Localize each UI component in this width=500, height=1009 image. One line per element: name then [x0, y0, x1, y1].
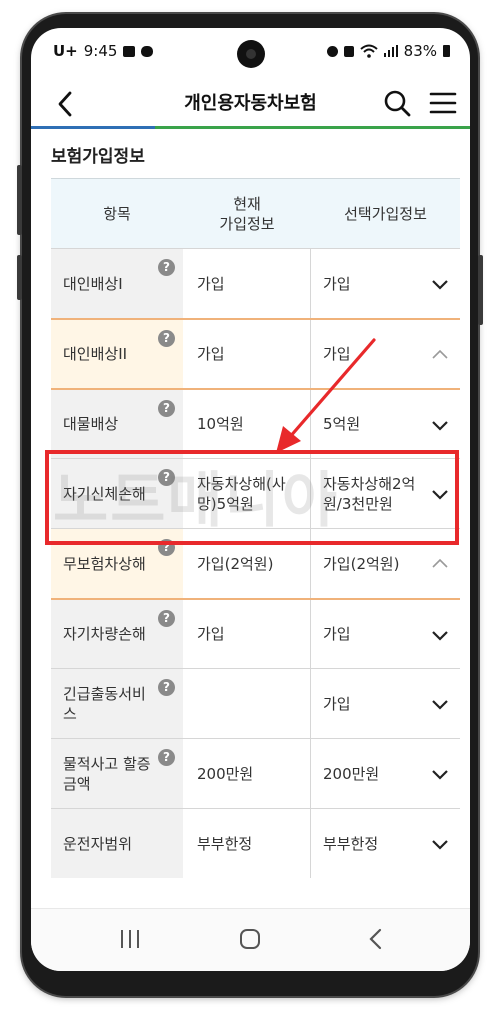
home-icon[interactable]	[239, 928, 261, 950]
row-current: 가입	[183, 600, 311, 668]
chevron-up-icon[interactable]	[430, 554, 450, 574]
column-current: 현재 가입정보	[183, 194, 311, 234]
row-name-text: 자기차량손해	[63, 625, 146, 643]
row-current: 가입	[183, 249, 311, 318]
help-icon[interactable]: ?	[158, 679, 175, 696]
column-select: 선택가입정보	[344, 204, 427, 223]
chevron-down-icon[interactable]	[430, 625, 450, 645]
row-name: 물적사고 할증금액?	[51, 739, 183, 808]
menu-icon[interactable]	[429, 89, 457, 117]
row-current: 10억원	[183, 390, 311, 458]
row-name: 대물배상?	[51, 390, 183, 458]
table-row[interactable]: 대인배상II? 가입 가입	[51, 318, 460, 388]
header-accent-blue	[31, 126, 155, 129]
help-icon[interactable]: ?	[158, 400, 175, 417]
row-name-text: 운전자범위	[63, 834, 133, 853]
row-name: 운전자범위	[51, 809, 183, 878]
mute-icon	[343, 45, 354, 57]
chevron-down-icon[interactable]	[430, 415, 450, 435]
row-current: 200만원	[183, 739, 311, 808]
row-name-text: 대인배상II	[63, 345, 128, 363]
row-current: 가입	[183, 320, 311, 388]
chevron-down-icon[interactable]	[430, 274, 450, 294]
table-row[interactable]: 긴급출동서비스? 가입	[51, 668, 460, 738]
clock: 9:45	[83, 42, 118, 60]
recent-apps-icon[interactable]	[119, 929, 141, 949]
battery-icon	[443, 45, 450, 57]
row-name: 긴급출동서비스?	[51, 669, 183, 738]
side-button	[478, 255, 483, 325]
nav-back-icon[interactable]	[366, 927, 386, 951]
row-name-text: 무보험차상해	[63, 554, 146, 573]
column-item: 항목	[103, 204, 131, 223]
search-icon[interactable]	[382, 88, 412, 118]
section-title: 보험가입정보	[51, 147, 145, 167]
row-name: 자기차량손해?	[51, 600, 183, 668]
row-name: 대인배상II?	[51, 320, 183, 388]
row-name-text: 긴급출동서비스	[63, 684, 146, 723]
carrier-label: U+	[53, 42, 78, 60]
help-icon[interactable]: ?	[158, 259, 175, 276]
chevron-down-icon[interactable]	[430, 834, 450, 854]
side-button	[17, 255, 22, 300]
table-row[interactable]: 자기차량손해? 가입 가입	[51, 598, 460, 668]
row-name: 대인배상I?	[51, 249, 183, 318]
table-row[interactable]: 운전자범위 부부한정 부부한정	[51, 808, 460, 878]
table-header: 항목 현재 가입정보 선택가입정보	[51, 178, 460, 248]
highlight-box	[45, 450, 459, 545]
row-name-text: 대물배상	[63, 415, 119, 433]
side-button	[17, 165, 22, 235]
battery-percent: 83%	[403, 42, 437, 60]
chevron-down-icon[interactable]	[430, 694, 450, 714]
signal-icon	[383, 45, 398, 57]
help-icon[interactable]: ?	[158, 330, 175, 347]
column-current-line2: 가입정보	[219, 214, 275, 233]
help-icon[interactable]: ?	[158, 749, 175, 766]
wifi-icon	[359, 44, 378, 58]
app-header: 개인용자동차보험	[31, 83, 470, 128]
row-name-text: 물적사고 할증금액	[63, 754, 151, 793]
table-row[interactable]: 대물배상? 10억원 5억원	[51, 388, 460, 458]
table-row[interactable]: 물적사고 할증금액? 200만원 200만원	[51, 738, 460, 808]
row-current: 부부한정	[183, 809, 311, 878]
column-current-line1: 현재	[233, 194, 261, 213]
gallery-icon	[123, 45, 136, 57]
message-icon	[141, 45, 154, 57]
chevron-up-icon[interactable]	[430, 345, 450, 365]
help-icon[interactable]: ?	[158, 610, 175, 627]
row-name-text: 대인배상I	[63, 274, 123, 293]
screen: U+ 9:45 83% 개인용자동차보험 보험가입정보 항목 현재 가입정보 선…	[31, 28, 470, 971]
system-nav-bar	[31, 908, 470, 971]
table-row[interactable]: 대인배상I? 가입 가입	[51, 248, 460, 318]
row-current	[183, 669, 311, 738]
alarm-icon	[326, 45, 338, 57]
chevron-down-icon[interactable]	[430, 764, 450, 784]
front-camera	[237, 40, 265, 68]
status-bar: U+ 9:45 83%	[31, 28, 470, 78]
header-accent-green	[155, 126, 470, 129]
